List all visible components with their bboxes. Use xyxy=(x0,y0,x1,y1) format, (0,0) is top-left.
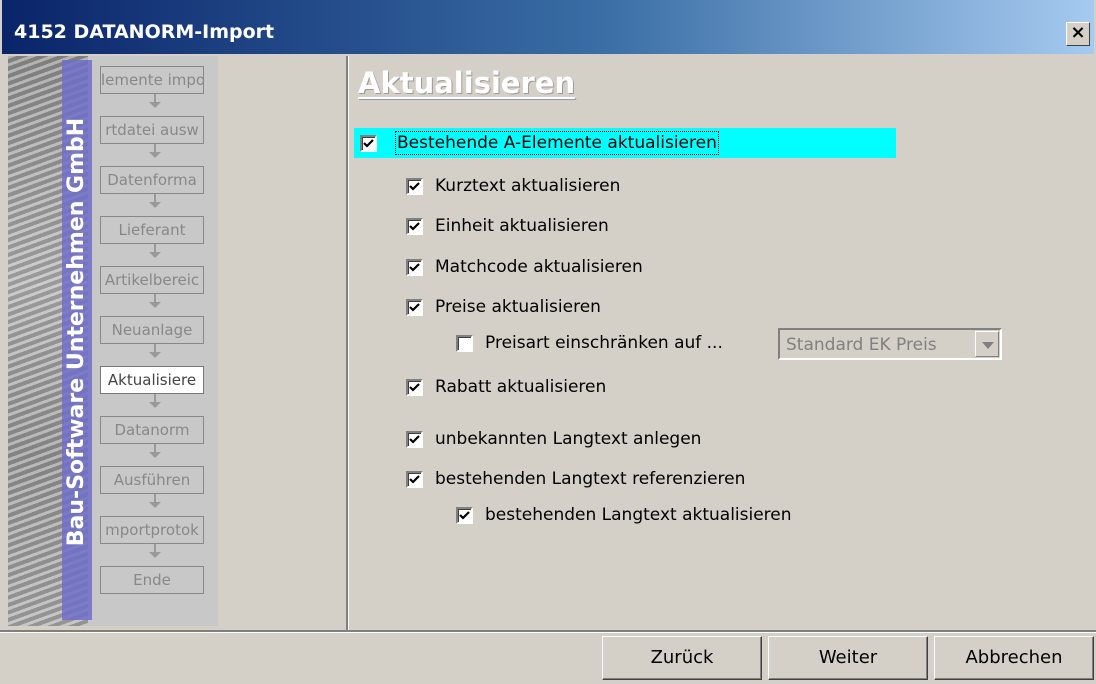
checkbox-label: unbekannten Langtext anlegen xyxy=(435,429,702,449)
checkbox-label: Preisart einschränken auf ... xyxy=(485,333,723,353)
step-neuanlage[interactable]: Neuanlage xyxy=(100,316,204,344)
step-arrow-icon xyxy=(149,294,161,308)
cancel-button[interactable]: Abbrechen xyxy=(934,636,1094,680)
step-aktualisieren[interactable]: Aktualisiere xyxy=(100,366,204,394)
checkbox-einheit[interactable]: Einheit aktualisieren xyxy=(406,215,609,237)
checkbox-label: Bestehende A-Elemente aktualisieren xyxy=(395,131,719,155)
checkbox-label: Preise aktualisieren xyxy=(435,297,601,317)
checkmark-icon xyxy=(409,221,420,231)
step-ausfuehren[interactable]: Ausführen xyxy=(100,466,204,494)
price-type-value: Standard EK Preis xyxy=(786,335,937,355)
step-arrow-icon xyxy=(149,494,161,508)
checkbox-preisart-einschraenken[interactable]: Preisart einschränken auf ... xyxy=(456,332,723,354)
step-artikelbereich[interactable]: Artikelbereic xyxy=(100,266,204,294)
checkmark-icon xyxy=(409,474,420,484)
checkbox-langtext-aktualisieren[interactable]: bestehenden Langtext aktualisieren xyxy=(456,504,792,526)
panel-divider xyxy=(346,56,349,630)
step-importprotokoll[interactable]: mportprotok xyxy=(100,516,204,544)
checkbox-preise[interactable]: Preise aktualisieren xyxy=(406,296,601,318)
checkbox-box xyxy=(406,378,423,396)
step-ende[interactable]: Ende xyxy=(100,566,204,594)
step-lieferant[interactable]: Lieferant xyxy=(100,216,204,244)
checkbox-label: Rabatt aktualisieren xyxy=(435,377,607,397)
checkbox-box xyxy=(456,506,473,524)
checkbox-box xyxy=(406,470,423,488)
checkbox-box xyxy=(456,334,473,352)
step-datanorm[interactable]: Datanorm xyxy=(100,416,204,444)
step-arrow-icon xyxy=(149,394,161,408)
checkbox-label: Matchcode aktualisieren xyxy=(435,257,643,277)
checkbox-label: bestehenden Langtext aktualisieren xyxy=(485,505,792,525)
window-title: 4152 DATANORM-Import xyxy=(14,21,275,43)
page-title: Aktualisieren xyxy=(358,66,576,100)
close-icon: × xyxy=(1070,22,1086,43)
checkbox-matchcode[interactable]: Matchcode aktualisieren xyxy=(406,256,643,278)
step-arrow-icon xyxy=(149,194,161,208)
step-datenformat[interactable]: Datenforma xyxy=(100,166,204,194)
step-arrow-icon xyxy=(149,94,161,108)
step-arrow-icon xyxy=(149,444,161,458)
checkmark-icon xyxy=(409,181,420,191)
checkmark-icon xyxy=(409,382,420,392)
step-arrow-icon xyxy=(149,144,161,158)
checkmark-icon xyxy=(459,510,470,520)
checkmark-icon xyxy=(409,434,420,444)
step-datei-auswaehlen[interactable]: rtdatei ausw xyxy=(100,116,204,144)
brand-name: Bau-Software Unternehmen GmbH xyxy=(64,117,89,547)
checkbox-box xyxy=(406,177,423,195)
checkmark-icon xyxy=(409,262,420,272)
footer-separator xyxy=(0,630,1096,633)
price-type-select[interactable]: Standard EK Preis xyxy=(778,328,1002,360)
checkbox-box xyxy=(406,298,423,316)
checkmark-icon xyxy=(363,138,374,148)
checkbox-box xyxy=(406,258,423,276)
next-button[interactable]: Weiter xyxy=(768,636,928,680)
step-arrow-icon xyxy=(149,344,161,358)
checkbox-langtext-referenzieren[interactable]: bestehenden Langtext referenzieren xyxy=(406,468,745,490)
checkbox-label: bestehenden Langtext referenzieren xyxy=(435,469,746,489)
chevron-down-icon[interactable] xyxy=(975,331,999,357)
checkbox-label: Einheit aktualisieren xyxy=(435,216,609,236)
checkbox-label: Kurztext aktualisieren xyxy=(435,176,621,196)
step-elemente-importieren[interactable]: lemente impo xyxy=(100,66,204,94)
step-arrow-icon xyxy=(149,544,161,558)
checkbox-box xyxy=(406,430,423,448)
back-button[interactable]: Zurück xyxy=(602,636,762,680)
close-button[interactable]: × xyxy=(1066,22,1090,46)
checkbox-kurztext[interactable]: Kurztext aktualisieren xyxy=(406,175,620,197)
checkbox-box xyxy=(360,134,377,152)
checkbox-langtext-anlegen[interactable]: unbekannten Langtext anlegen xyxy=(406,428,701,450)
checkmark-icon xyxy=(409,302,420,312)
checkbox-box xyxy=(406,217,423,235)
step-arrow-icon xyxy=(149,244,161,258)
datanorm-import-dialog: 4152 DATANORM-Import × Bau-Software Unte… xyxy=(0,0,1096,684)
checkbox-rabatt[interactable]: Rabatt aktualisieren xyxy=(406,376,606,398)
title-bar[interactable]: 4152 DATANORM-Import × xyxy=(2,0,1094,54)
checkbox-bestehende-elemente[interactable]: Bestehende A-Elemente aktualisieren xyxy=(360,131,719,155)
